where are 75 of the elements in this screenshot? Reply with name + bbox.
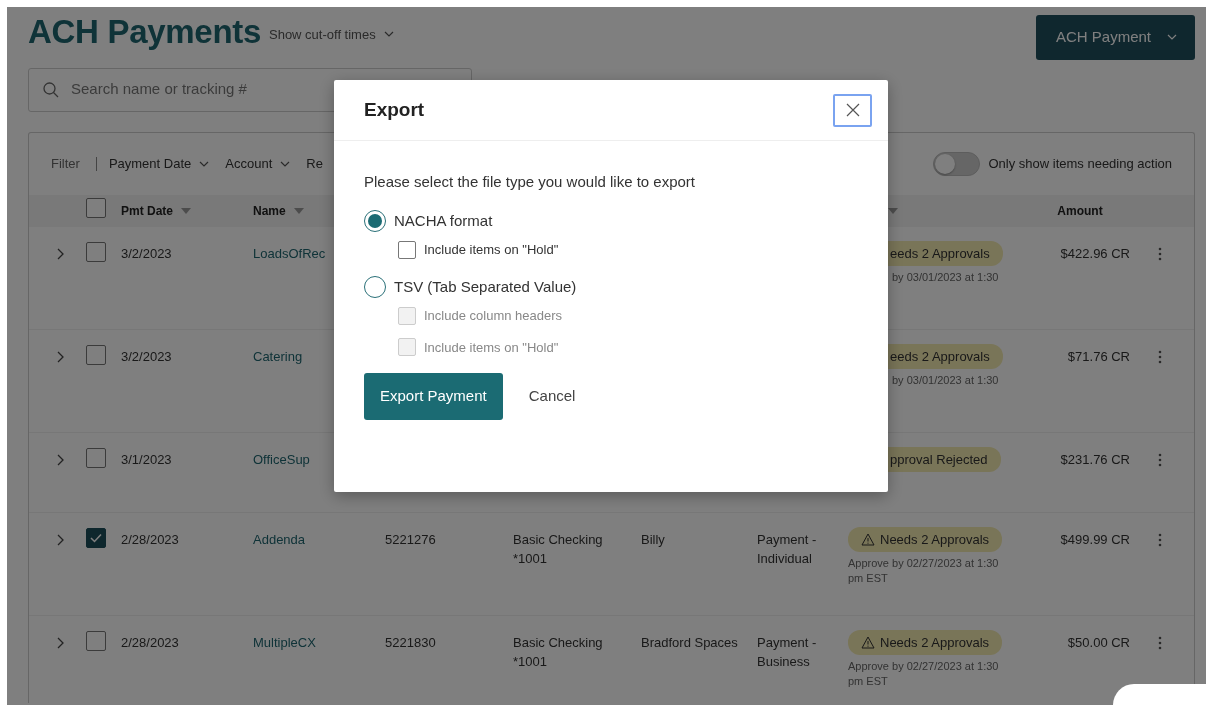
caret-icon xyxy=(280,160,291,167)
amount-text: $499.99 CR xyxy=(1060,531,1130,547)
caret-icon xyxy=(199,160,210,167)
approval-deadline-text: Approve by 02/27/2023 at 1:30 pm EST xyxy=(848,556,1000,587)
caret-icon xyxy=(1167,34,1177,41)
select-all-checkbox[interactable] xyxy=(86,198,106,218)
date-text: 3/1/2023 xyxy=(121,451,172,467)
chat-widget[interactable] xyxy=(1113,684,1206,705)
payee-text: Bradford Spaces xyxy=(641,634,738,650)
dialog-prompt: Please select the file type you would like to export xyxy=(364,172,697,192)
account-text: Basic Checking *1001 xyxy=(513,634,603,669)
close-icon xyxy=(844,102,861,118)
row-checkbox[interactable] xyxy=(86,344,106,365)
export-payment-button[interactable]: Export Payment xyxy=(364,373,503,420)
filter-dropdown[interactable]: Account xyxy=(225,153,291,174)
status-badge: eeds 2 Approvals xyxy=(888,343,1003,369)
filter-dropdown[interactable]: Re xyxy=(306,153,323,174)
payment-name-link[interactable]: MultipleCX xyxy=(253,634,316,650)
more-options-icon[interactable] xyxy=(1158,636,1162,651)
column-header[interactable]: Amount xyxy=(1057,201,1103,220)
close-button[interactable] xyxy=(833,93,872,127)
row-checkbox[interactable] xyxy=(86,630,106,651)
payment-name-link[interactable]: OfficeSup xyxy=(253,451,310,467)
date-text: 3/2/2023 xyxy=(121,245,172,261)
tracking-number: 5221830 xyxy=(385,634,436,650)
row-checkbox[interactable] xyxy=(86,447,106,468)
row-checkbox[interactable] xyxy=(86,527,106,548)
approval-deadline-text: by 03/01/2023 at 1:30 xyxy=(892,270,1000,285)
new-payment-button[interactable]: ACH Payment xyxy=(1035,15,1195,60)
amount-text: $50.00 CR xyxy=(1067,634,1130,650)
cancel-button[interactable]: Cancel xyxy=(502,385,576,408)
more-options-icon[interactable] xyxy=(1158,247,1162,262)
checkbox[interactable] xyxy=(398,240,416,259)
status-badge: pproval Rejected xyxy=(888,446,1001,472)
payment-type-text: Payment - Business xyxy=(757,634,817,669)
payee-text: Billy xyxy=(641,531,665,547)
approval-deadline-text: by 03/01/2023 at 1:30 xyxy=(892,373,1000,388)
toggle-switch[interactable] xyxy=(933,151,981,176)
status-badge: eeds 2 Approvals xyxy=(888,240,1003,266)
warning-icon xyxy=(861,635,875,649)
more-options-icon[interactable] xyxy=(1158,533,1162,548)
more-options-icon[interactable] xyxy=(1158,453,1162,468)
amount-text: $422.96 CR xyxy=(1060,245,1130,261)
page-title: ACH Payments xyxy=(28,15,261,48)
date-text: 2/28/2023 xyxy=(121,531,179,547)
filter-label: Filter xyxy=(51,154,80,173)
more-options-icon[interactable] xyxy=(1158,350,1162,365)
date-text: 3/2/2023 xyxy=(121,348,172,364)
tracking-number: 5221276 xyxy=(385,531,436,547)
caret-icon xyxy=(383,31,394,38)
radio-label[interactable]: NACHA format xyxy=(394,209,493,232)
approval-deadline-text: Approve by 02/27/2023 at 1:30 pm EST xyxy=(848,659,1000,690)
payment-name-link[interactable]: Addenda xyxy=(253,531,306,547)
amount-text: $231.76 CR xyxy=(1060,451,1130,467)
amount-text: $71.76 CR xyxy=(1067,348,1130,364)
warning-icon xyxy=(861,532,875,546)
row-checkbox[interactable] xyxy=(86,241,106,262)
checkbox-label: Include column headers xyxy=(424,307,563,325)
check-icon xyxy=(90,532,102,543)
filter-dropdown[interactable]: Payment Date xyxy=(108,153,210,174)
date-text: 2/28/2023 xyxy=(121,634,179,650)
column-header[interactable]: Pmt Date xyxy=(121,201,173,220)
payment-name-link[interactable]: Catering xyxy=(253,348,303,364)
cutoff-times-link[interactable]: Show cut-off times xyxy=(269,24,394,48)
checkbox-label: Include items on "Hold" xyxy=(424,338,559,357)
toggle-label: Only show items needing action xyxy=(988,154,1172,173)
account-text: Basic Checking *1001 xyxy=(513,531,603,566)
status-badge: Needs 2 Approvals xyxy=(848,526,1003,552)
payment-type-text: Payment - Individual xyxy=(757,531,817,566)
status-badge: Needs 2 Approvals xyxy=(848,629,1003,655)
radio-label[interactable]: TSV (Tab Separated Value) xyxy=(394,275,577,298)
checkbox-label[interactable]: Include items on "Hold" xyxy=(424,240,559,260)
payment-name-link[interactable]: LoadsOfRec xyxy=(253,245,326,261)
search-icon xyxy=(43,81,59,98)
column-header[interactable]: Name xyxy=(253,201,286,220)
